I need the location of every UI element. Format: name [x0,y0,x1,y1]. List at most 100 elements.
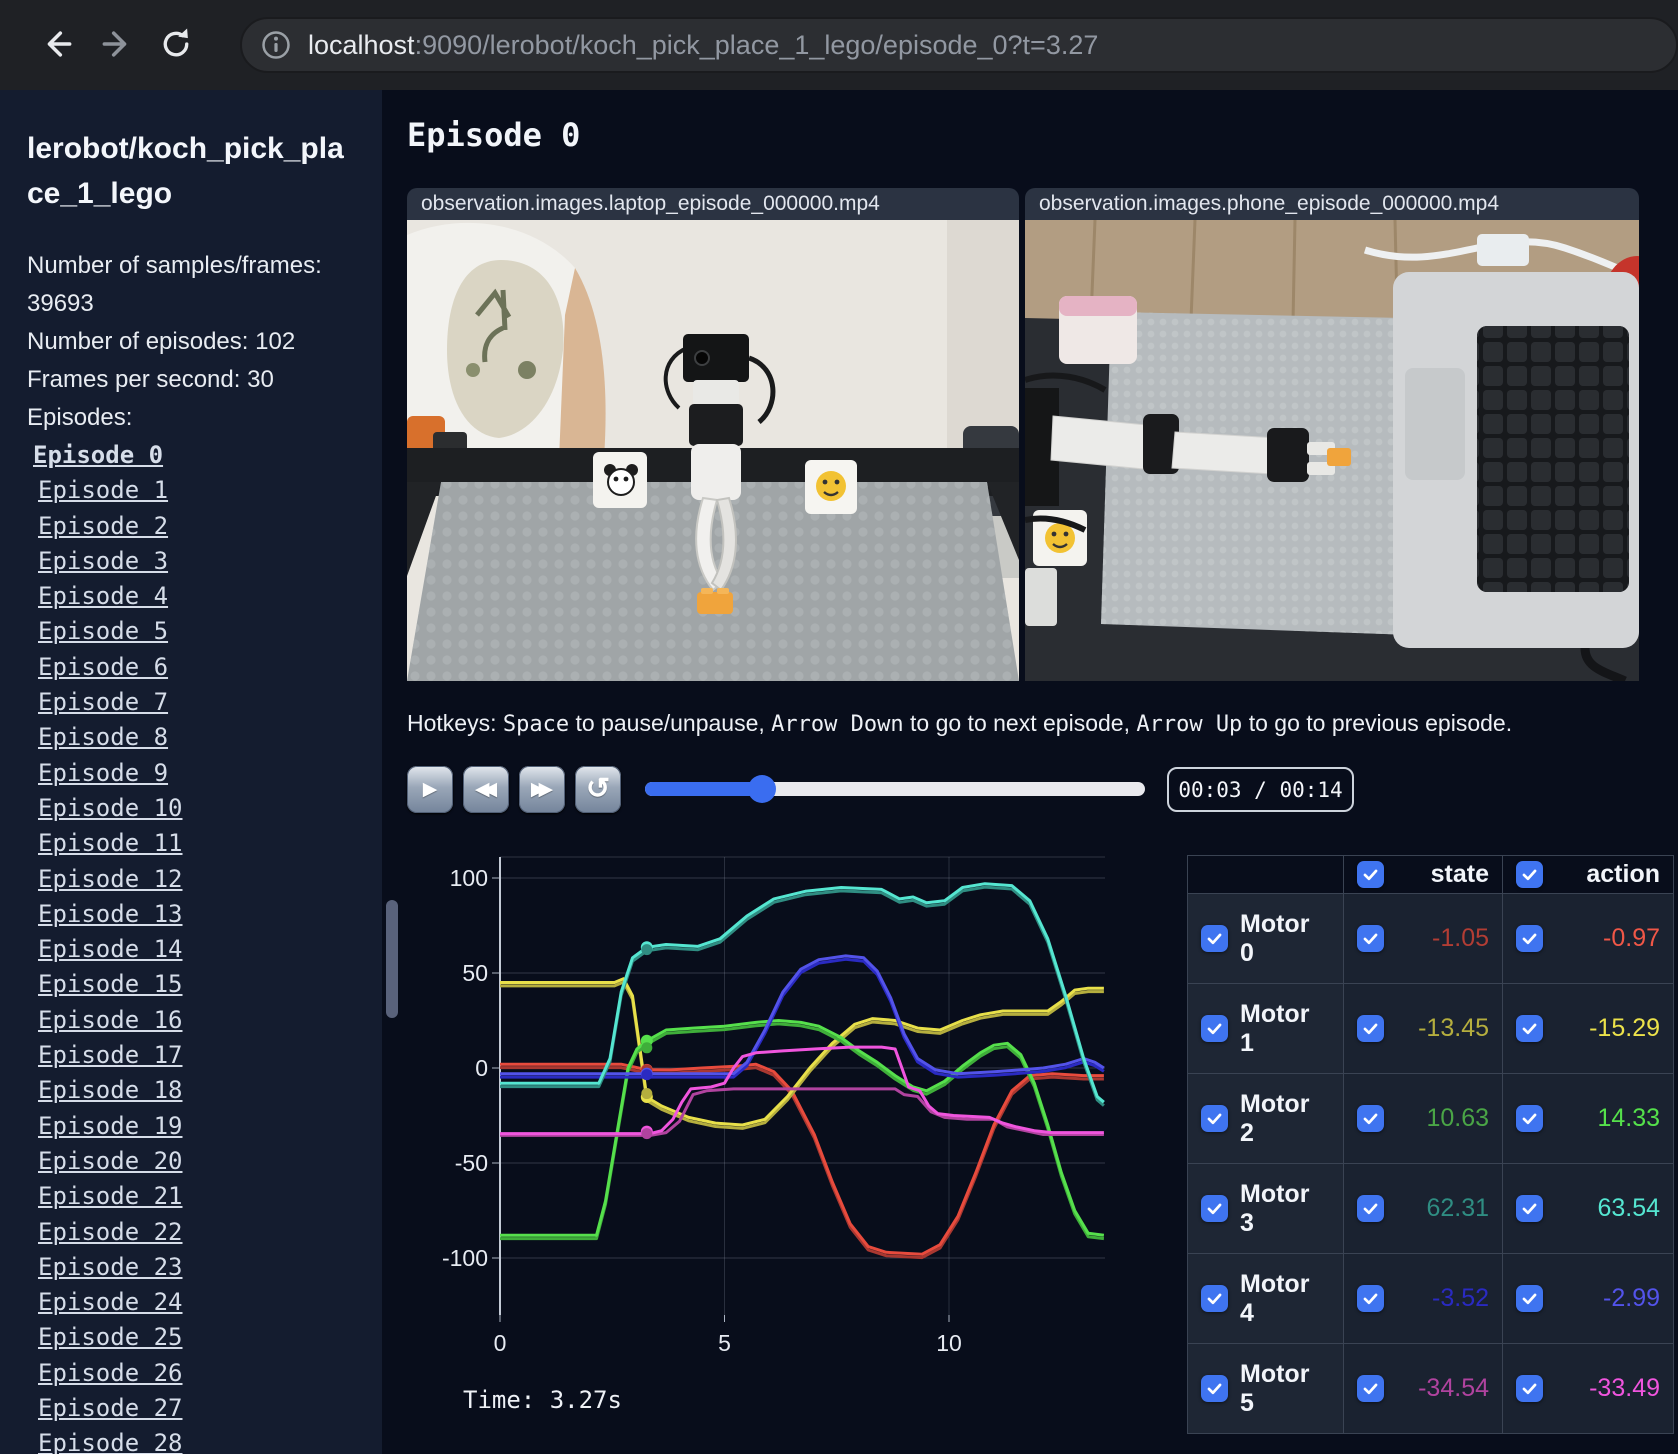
motor-2-state-checkbox[interactable] [1357,1105,1384,1132]
fast-forward-button[interactable]: ▶▶ [519,766,565,813]
episode-link-28[interactable]: Episode 28 [38,1429,183,1454]
laptop-video[interactable] [407,220,1019,681]
episode-link-26[interactable]: Episode 26 [38,1359,183,1387]
episodes-heading: Episodes: [27,404,133,431]
episode-link-27[interactable]: Episode 27 [38,1394,183,1422]
episode-list-item: Episode 22 [38,1215,382,1250]
episode-list-item: Episode 15 [38,967,382,1002]
motor-3-label: Motor 3 [1240,1179,1310,1237]
episode-link-11[interactable]: Episode 11 [38,829,183,857]
video-panel-phone: observation.images.phone_episode_000000.… [1025,188,1639,681]
video-title-phone: observation.images.phone_episode_000000.… [1025,188,1639,220]
episode-link-7[interactable]: Episode 7 [38,688,168,716]
rewind-button[interactable]: ◀◀ [463,766,509,813]
episode-link-4[interactable]: Episode 4 [38,582,168,610]
motor-4-action-checkbox[interactable] [1516,1285,1543,1312]
motor-chart[interactable]: 100 50 0 -50 -100 0 5 10 [395,845,1110,1405]
motor-2-action-cell: 14.33 [1503,1074,1674,1164]
video-panel-laptop: observation.images.laptop_episode_000000… [407,188,1019,681]
episode-link-21[interactable]: Episode 21 [38,1182,183,1210]
motor-1-state-checkbox[interactable] [1357,1015,1384,1042]
episode-link-18[interactable]: Episode 18 [38,1076,183,1104]
info-episodes-count: Number of episodes: 102 [27,328,296,355]
episode-list-item: Episode 24 [38,1285,382,1320]
motor-1-state-value: -13.45 [1418,1014,1489,1042]
motor-2-label: Motor 2 [1240,1089,1310,1147]
state-header-checkbox[interactable] [1357,861,1384,888]
motor-1-checkbox[interactable] [1201,1015,1228,1042]
episode-link-24[interactable]: Episode 24 [38,1288,183,1316]
svg-text:10: 10 [936,1330,962,1356]
info-fps: Frames per second: 30 [27,366,274,393]
episode-list-item: Episode 25 [38,1320,382,1355]
play-button[interactable]: ▶ [407,766,453,813]
svg-text:0: 0 [475,1055,488,1081]
motor-0-action-checkbox[interactable] [1516,925,1543,952]
episode-link-12[interactable]: Episode 12 [38,865,183,893]
motor-3-checkbox[interactable] [1201,1195,1228,1222]
motor-4-action-value: -2.99 [1603,1284,1660,1312]
motor-5-action-checkbox[interactable] [1516,1375,1543,1402]
reload-icon[interactable] [148,16,204,72]
motor-1-action-cell: -15.29 [1503,984,1674,1074]
episode-link-25[interactable]: Episode 25 [38,1323,183,1351]
episode-link-19[interactable]: Episode 19 [38,1112,183,1140]
chart-time-label: Time: 3.27s [463,1386,622,1414]
hotkey-key: Arrow Down [771,712,904,737]
motor-2-checkbox[interactable] [1201,1105,1228,1132]
motor-4-state-cell: -3.52 [1344,1254,1503,1344]
episode-link-6[interactable]: Episode 6 [38,653,168,681]
episode-link-0[interactable]: Episode 0 [33,441,163,469]
forward-icon[interactable] [88,16,144,72]
table-corner-cell [1188,856,1344,894]
motor-3-state-checkbox[interactable] [1357,1195,1384,1222]
browser-toolbar: localhost:9090/lerobot/koch_pick_place_1… [0,0,1678,90]
episode-link-20[interactable]: Episode 20 [38,1147,183,1175]
motor-4-state-checkbox[interactable] [1357,1285,1384,1312]
back-icon[interactable] [30,16,86,72]
episode-list-item: Episode 4 [38,579,382,614]
episode-link-9[interactable]: Episode 9 [38,759,168,787]
episode-link-2[interactable]: Episode 2 [38,512,168,540]
motor-3-action-checkbox[interactable] [1516,1195,1543,1222]
episode-link-8[interactable]: Episode 8 [38,723,168,751]
action-header-label: action [1586,860,1660,888]
episode-link-5[interactable]: Episode 5 [38,617,168,645]
episode-link-15[interactable]: Episode 15 [38,970,183,998]
episode-link-10[interactable]: Episode 10 [38,794,183,822]
address-bar[interactable]: localhost:9090/lerobot/koch_pick_place_1… [240,17,1678,73]
motor-0-state-checkbox[interactable] [1357,925,1384,952]
motor-5-checkbox[interactable] [1201,1375,1228,1402]
episode-link-1[interactable]: Episode 1 [38,476,168,504]
svg-text:-100: -100 [442,1245,488,1271]
hotkey-key: Space [502,712,570,737]
motor-4-checkbox[interactable] [1201,1285,1228,1312]
svg-text:100: 100 [450,865,488,891]
episode-link-13[interactable]: Episode 13 [38,900,183,928]
motor-1-action-checkbox[interactable] [1516,1015,1543,1042]
video-title-laptop: observation.images.laptop_episode_000000… [407,188,1019,220]
phone-video[interactable] [1025,220,1639,681]
motor-2-action-checkbox[interactable] [1516,1105,1543,1132]
motor-0-state-value: -1.05 [1432,924,1489,952]
motor-table: state action Motor 0 -1.05 -0.97 Motor 1 -13.4… [1187,855,1674,1434]
episode-link-14[interactable]: Episode 14 [38,935,183,963]
motor-5-action-value: -33.49 [1589,1374,1660,1402]
loop-button[interactable]: ↺ [575,766,621,813]
episode-link-23[interactable]: Episode 23 [38,1253,183,1281]
action-header-checkbox[interactable] [1516,861,1543,888]
seek-slider[interactable] [645,782,1145,796]
episode-link-16[interactable]: Episode 16 [38,1006,183,1034]
motor-0-action-value: -0.97 [1603,924,1660,952]
episode-link-17[interactable]: Episode 17 [38,1041,183,1069]
url-text[interactable]: localhost:9090/lerobot/koch_pick_place_1… [308,30,1098,61]
motor-0-checkbox[interactable] [1201,925,1228,952]
motor-5-state-checkbox[interactable] [1357,1375,1384,1402]
seek-slider-thumb[interactable] [748,775,776,803]
episode-link-3[interactable]: Episode 3 [38,547,168,575]
episode-link-22[interactable]: Episode 22 [38,1218,183,1246]
site-info-icon[interactable] [256,25,296,65]
dataset-info: Number of samples/frames: 39693 Number o… [27,247,356,437]
url-path: :9090/lerobot/koch_pick_place_1_lego/epi… [414,29,1099,60]
motor-5-state-value: -34.54 [1418,1374,1489,1402]
